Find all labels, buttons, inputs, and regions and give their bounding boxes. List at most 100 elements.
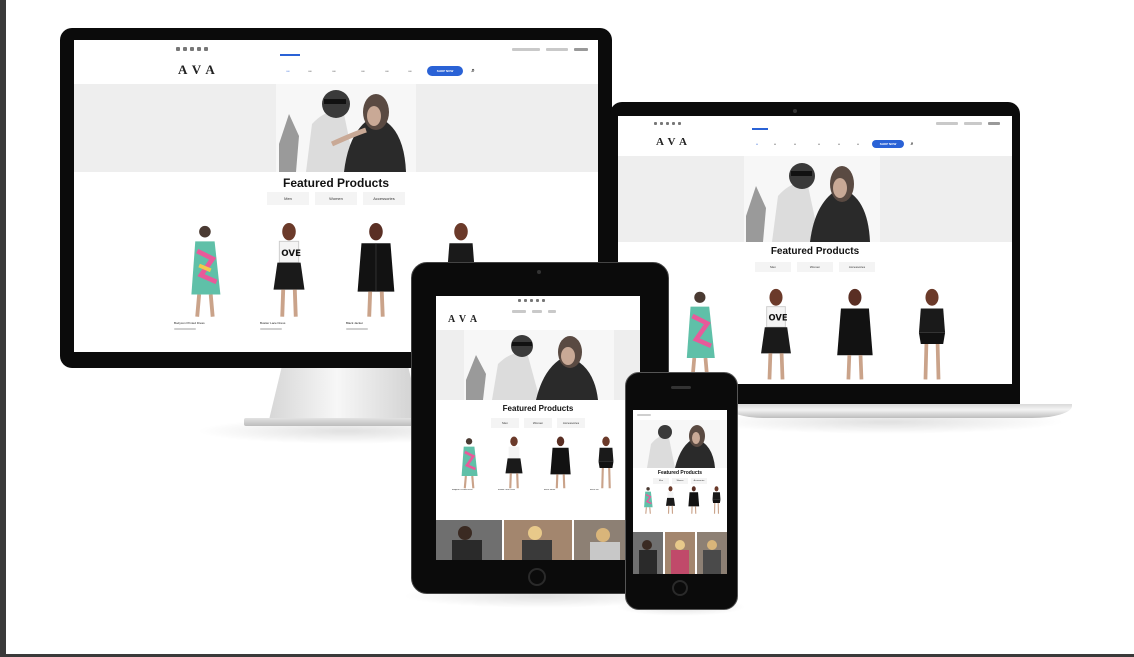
top-bar	[618, 116, 1012, 130]
product-image-printed-dress	[686, 291, 715, 380]
shop-now-button[interactable]: SHOP NOW	[427, 66, 463, 76]
site-logo[interactable]: AVA	[448, 314, 482, 325]
product-name[interactable]: Bodycon Printed Dress	[452, 489, 484, 491]
nav-elements[interactable]: •••	[351, 69, 375, 73]
nav-home[interactable]: ••	[750, 142, 764, 146]
product-card[interactable]: OVE	[748, 288, 804, 381]
site-logo[interactable]: AVA	[178, 62, 221, 78]
top-bar	[74, 40, 598, 58]
nav-underline	[752, 128, 768, 130]
product-card[interactable]: Black Jacket	[346, 222, 404, 330]
product-price	[174, 327, 196, 330]
product-card[interactable]: Bodycon Printed Dress	[174, 222, 232, 330]
nav-blog[interactable]: ••	[834, 142, 844, 146]
product-image-black-tee	[712, 486, 721, 514]
product-grid: Bodycon Printed Dress Bustier Lace Dress…	[452, 436, 622, 491]
tab-accessories[interactable]: Accessories	[557, 418, 585, 428]
product-name[interactable]: Bustier Lace Dress	[260, 321, 318, 325]
camera-icon	[537, 270, 541, 274]
nav-elements[interactable]: ••	[809, 142, 829, 146]
site-logo[interactable]: AVA	[656, 136, 692, 148]
tab-accessories[interactable]: Accessories	[691, 478, 707, 484]
category-tabs: Men Women Accessories	[618, 262, 1012, 272]
lookbook-strip	[633, 532, 727, 574]
search-icon[interactable]: ⌕	[909, 141, 915, 147]
tab-men[interactable]: Men	[491, 418, 519, 428]
product-card[interactable]	[670, 288, 726, 381]
mobile-header	[633, 410, 727, 420]
product-card[interactable]	[685, 486, 702, 514]
nav-home[interactable]: •••	[279, 69, 297, 73]
lookbook-photo[interactable]	[665, 532, 695, 574]
social-icons[interactable]	[654, 121, 681, 125]
product-name[interactable]: Black Jacket	[544, 489, 576, 491]
utility-links[interactable]	[512, 310, 556, 313]
product-image-printed-dress	[191, 225, 221, 317]
utility-links[interactable]	[936, 121, 1000, 125]
tab-women[interactable]: Women	[797, 262, 833, 272]
responsive-mockup-canvas: AVA ••• ••• ••• ••• ••• ••• SHOP NOW ⌕ F…	[6, 0, 1134, 657]
hero-couple-photo	[276, 84, 416, 172]
tab-men[interactable]: Men	[267, 192, 309, 205]
hero-couple-photo	[464, 330, 614, 400]
shop-now-button[interactable]: SHOP NOW	[872, 140, 904, 148]
phone-site-screen: Featured Products Men Women Accessories	[633, 410, 727, 574]
product-card[interactable]: Black Tee	[590, 436, 622, 491]
product-price	[346, 327, 368, 330]
product-image-love-tee-outfit: OVE	[761, 288, 791, 380]
utility-links[interactable]	[512, 47, 588, 51]
lookbook-photo[interactable]	[697, 532, 727, 574]
search-icon[interactable]: ⌕	[469, 68, 477, 75]
lookbook-photo[interactable]	[504, 520, 572, 560]
home-button-icon[interactable]	[672, 580, 688, 596]
home-button-icon[interactable]	[528, 568, 546, 586]
tab-men[interactable]: Men	[653, 478, 669, 484]
tab-accessories[interactable]: Accessories	[363, 192, 405, 205]
nav-blog[interactable]: •••	[381, 69, 393, 73]
product-card[interactable]	[639, 486, 656, 514]
product-name[interactable]: Black Tee	[590, 489, 622, 491]
lookbook-photo[interactable]	[436, 520, 502, 560]
product-image-printed-dress	[644, 487, 653, 514]
featured-products-title: Featured Products	[657, 470, 703, 476]
nav-features[interactable]: ••	[786, 142, 804, 146]
nav-underline	[280, 54, 300, 56]
category-tabs: Men Women Accessories	[74, 192, 598, 205]
hero-banner	[633, 420, 727, 468]
tab-accessories[interactable]: Accessories	[839, 262, 875, 272]
lookbook-strip	[436, 520, 640, 560]
product-image-black-jacket	[837, 288, 873, 380]
product-image-black-jacket	[688, 486, 700, 514]
nav-shop[interactable]: ••	[769, 142, 781, 146]
monitor-stand	[268, 360, 422, 424]
laptop-base	[726, 404, 1072, 418]
product-card[interactable]	[904, 288, 960, 381]
lookbook-photo[interactable]	[633, 532, 663, 574]
social-icons[interactable]	[176, 47, 208, 51]
nav-contact[interactable]: ••	[849, 142, 867, 146]
nav-shop[interactable]: •••	[303, 69, 317, 73]
tab-women[interactable]: Women	[524, 418, 552, 428]
product-name[interactable]: Bustier Lace Dress	[498, 489, 530, 491]
featured-products-title: Featured Products	[282, 176, 390, 190]
social-icons[interactable]	[518, 299, 545, 302]
nav-contact[interactable]: •••	[399, 69, 421, 73]
product-name[interactable]: Black Jacket	[346, 321, 404, 325]
product-card[interactable]: Black Jacket	[544, 436, 576, 491]
hero-couple-photo	[633, 420, 727, 468]
tab-women[interactable]: Women	[315, 192, 357, 205]
svg-text:OVE: OVE	[281, 249, 301, 259]
tab-women[interactable]: Women	[672, 478, 688, 484]
product-card[interactable]: Bustier Lace Dress	[498, 436, 530, 491]
product-card[interactable]: Bodycon Printed Dress	[452, 436, 484, 491]
hero-banner	[74, 84, 598, 172]
product-card[interactable]	[662, 486, 679, 514]
product-name[interactable]: Bodycon Printed Dress	[174, 321, 232, 325]
product-grid	[639, 486, 725, 514]
product-card[interactable]: OVE Bustier Lace Dress	[260, 222, 318, 330]
tab-men[interactable]: Men	[755, 262, 791, 272]
product-card[interactable]	[826, 288, 882, 381]
product-card[interactable]	[708, 486, 725, 514]
product-image-black-jacket	[357, 222, 395, 317]
nav-features[interactable]: •••	[323, 69, 345, 73]
